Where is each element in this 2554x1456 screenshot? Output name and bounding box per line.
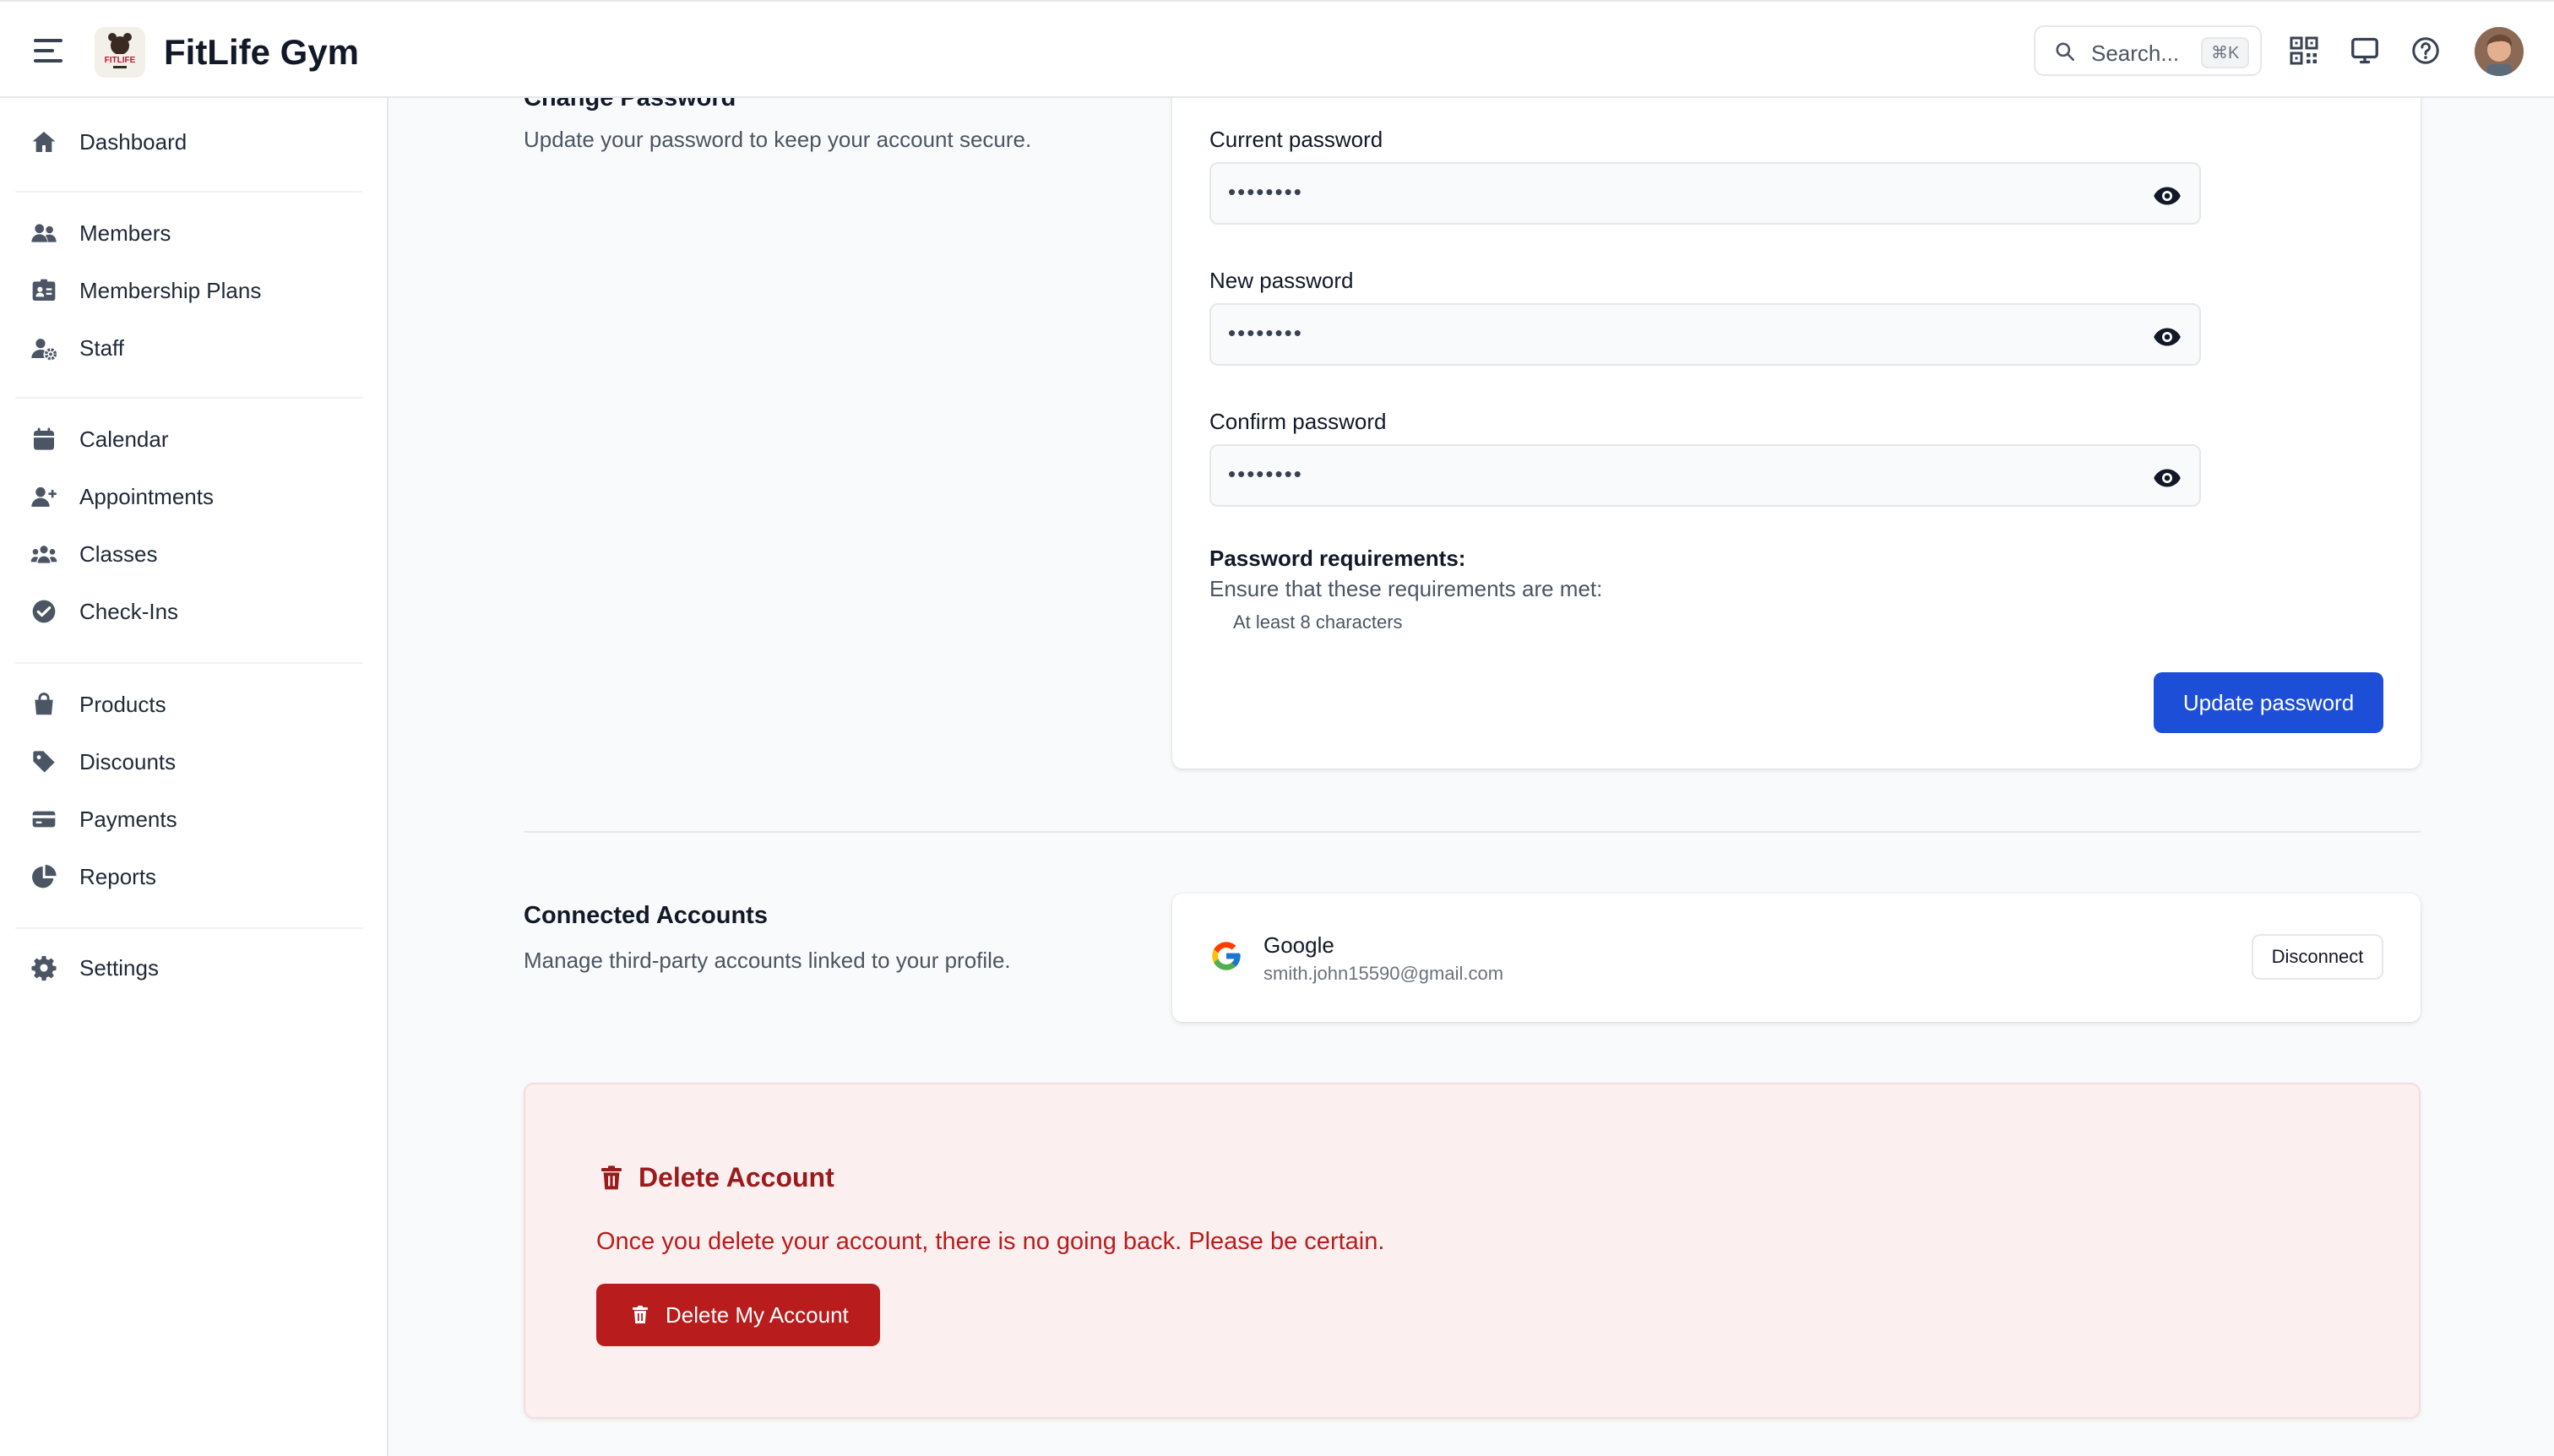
- id-card-icon: [29, 275, 59, 306]
- eye-icon[interactable]: [2152, 322, 2182, 352]
- current-password-field[interactable]: ••••••••: [1209, 162, 2201, 225]
- tag-icon: [29, 747, 59, 777]
- sidebar-item-settings[interactable]: Settings: [15, 943, 370, 993]
- account-email: smith.john15590@gmail.com: [1263, 963, 1504, 984]
- credit-card-icon: [29, 804, 59, 834]
- sidebar-item-label: Settings: [79, 954, 159, 981]
- sidebar-item-classes[interactable]: Classes: [15, 529, 370, 579]
- menu-toggle-icon[interactable]: [34, 39, 62, 62]
- search-placeholder: Search...: [2091, 41, 2180, 66]
- sidebar-item-appointments[interactable]: Appointments: [15, 471, 370, 522]
- sidebar-item-label: Members: [79, 220, 171, 246]
- search-icon: [2056, 42, 2075, 62]
- sidebar-item-discounts[interactable]: Discounts: [15, 736, 370, 787]
- sidebar-item-label: Discounts: [79, 748, 177, 774]
- section-divider: [524, 831, 2421, 833]
- connected-accounts-title: Connected Accounts: [524, 902, 768, 929]
- user-gear-icon: [29, 333, 59, 363]
- confirm-password-label: Confirm password: [1209, 409, 1387, 434]
- password-requirement-item: At least 8 characters: [1233, 611, 1403, 633]
- eye-icon[interactable]: [2152, 181, 2182, 211]
- users-icon: [29, 218, 59, 248]
- current-password-value: ••••••••: [1228, 179, 1303, 204]
- gear-icon: [29, 953, 59, 983]
- update-password-button[interactable]: Update password: [2154, 672, 2383, 733]
- brand-name: FitLife Gym: [164, 32, 360, 72]
- sidebar-item-label: Products: [79, 691, 166, 717]
- sidebar-item-label: Membership Plans: [79, 277, 262, 303]
- sidebar-item-reports[interactable]: Reports: [15, 851, 370, 902]
- sidebar-divider: [15, 927, 363, 929]
- sidebar-item-label: Calendar: [79, 426, 169, 452]
- sidebar-divider: [15, 397, 363, 399]
- sidebar-item-label: Staff: [79, 334, 125, 361]
- brand-logo: FITLIFE: [95, 27, 145, 78]
- people-group-icon: [29, 539, 59, 569]
- delete-account-button[interactable]: Delete My Account: [596, 1284, 880, 1346]
- new-password-field[interactable]: ••••••••: [1209, 303, 2201, 366]
- password-requirements-title: Password requirements:: [1209, 546, 1466, 571]
- confirm-password-value: ••••••••: [1228, 461, 1303, 486]
- search-shortcut-badge: ⌘K: [2201, 37, 2250, 68]
- shopping-bag-icon: [29, 689, 59, 720]
- monitor-icon[interactable]: [2350, 35, 2380, 66]
- change-password-description: Update your password to keep your accoun…: [524, 127, 1032, 152]
- sidebar-item-calendar[interactable]: Calendar: [15, 414, 370, 465]
- search-input[interactable]: Search... ⌘K: [2034, 25, 2262, 76]
- sidebar-item-payments[interactable]: Payments: [15, 794, 370, 845]
- delete-account-button-label: Delete My Account: [666, 1301, 849, 1328]
- sidebar-divider: [15, 662, 363, 664]
- eye-icon[interactable]: [2152, 463, 2182, 493]
- sidebar-item-label: Reports: [79, 863, 157, 889]
- user-avatar[interactable]: [2475, 27, 2524, 76]
- account-provider-name: Google: [1263, 932, 1334, 958]
- sidebar-item-members[interactable]: Members: [15, 208, 370, 258]
- pie-chart-icon: [29, 861, 59, 892]
- sidebar-item-label: Payments: [79, 806, 177, 832]
- connected-account-card: [1172, 894, 2421, 1022]
- top-header: FITLIFE FitLife Gym Search... ⌘K: [0, 0, 2554, 98]
- password-requirements-description: Ensure that these requirements are met:: [1209, 576, 1603, 601]
- sidebar-item-staff[interactable]: Staff: [15, 323, 370, 373]
- connected-accounts-description: Manage third-party accounts linked to yo…: [524, 948, 1011, 973]
- user-plus-icon: [29, 481, 59, 512]
- sidebar-item-label: Classes: [79, 541, 158, 567]
- delete-account-title: Delete Account: [638, 1162, 834, 1193]
- sidebar-item-dashboard[interactable]: Dashboard: [15, 117, 370, 167]
- disconnect-button[interactable]: Disconnect: [2252, 934, 2383, 980]
- check-circle-icon: [29, 596, 59, 627]
- google-icon: [1212, 942, 1241, 970]
- trash-icon: [633, 1306, 648, 1323]
- confirm-password-field[interactable]: ••••••••: [1209, 444, 2201, 507]
- current-password-label: Current password: [1209, 127, 1383, 152]
- home-icon: [29, 127, 59, 157]
- trash-icon: [601, 1165, 622, 1190]
- sidebar-item-check-ins[interactable]: Check-Ins: [15, 586, 370, 637]
- new-password-label: New password: [1209, 268, 1354, 293]
- calendar-icon: [29, 424, 59, 454]
- sidebar-item-label: Dashboard: [79, 128, 187, 155]
- sidebar-item-label: Check-Ins: [79, 598, 179, 624]
- sidebar-item-membership-plans[interactable]: Membership Plans: [15, 265, 370, 316]
- delete-account-warning: Once you delete your account, there is n…: [596, 1228, 1385, 1255]
- help-icon[interactable]: [2410, 35, 2441, 66]
- sidebar-item-products[interactable]: Products: [15, 679, 370, 730]
- sidebar: Dashboard Members Membership Plans Staff…: [0, 98, 389, 1456]
- logo-text: FITLIFE: [105, 56, 136, 65]
- sidebar-divider: [15, 191, 363, 193]
- sidebar-item-label: Appointments: [79, 483, 214, 509]
- qr-code-icon[interactable]: [2289, 35, 2319, 66]
- new-password-value: ••••••••: [1228, 320, 1303, 345]
